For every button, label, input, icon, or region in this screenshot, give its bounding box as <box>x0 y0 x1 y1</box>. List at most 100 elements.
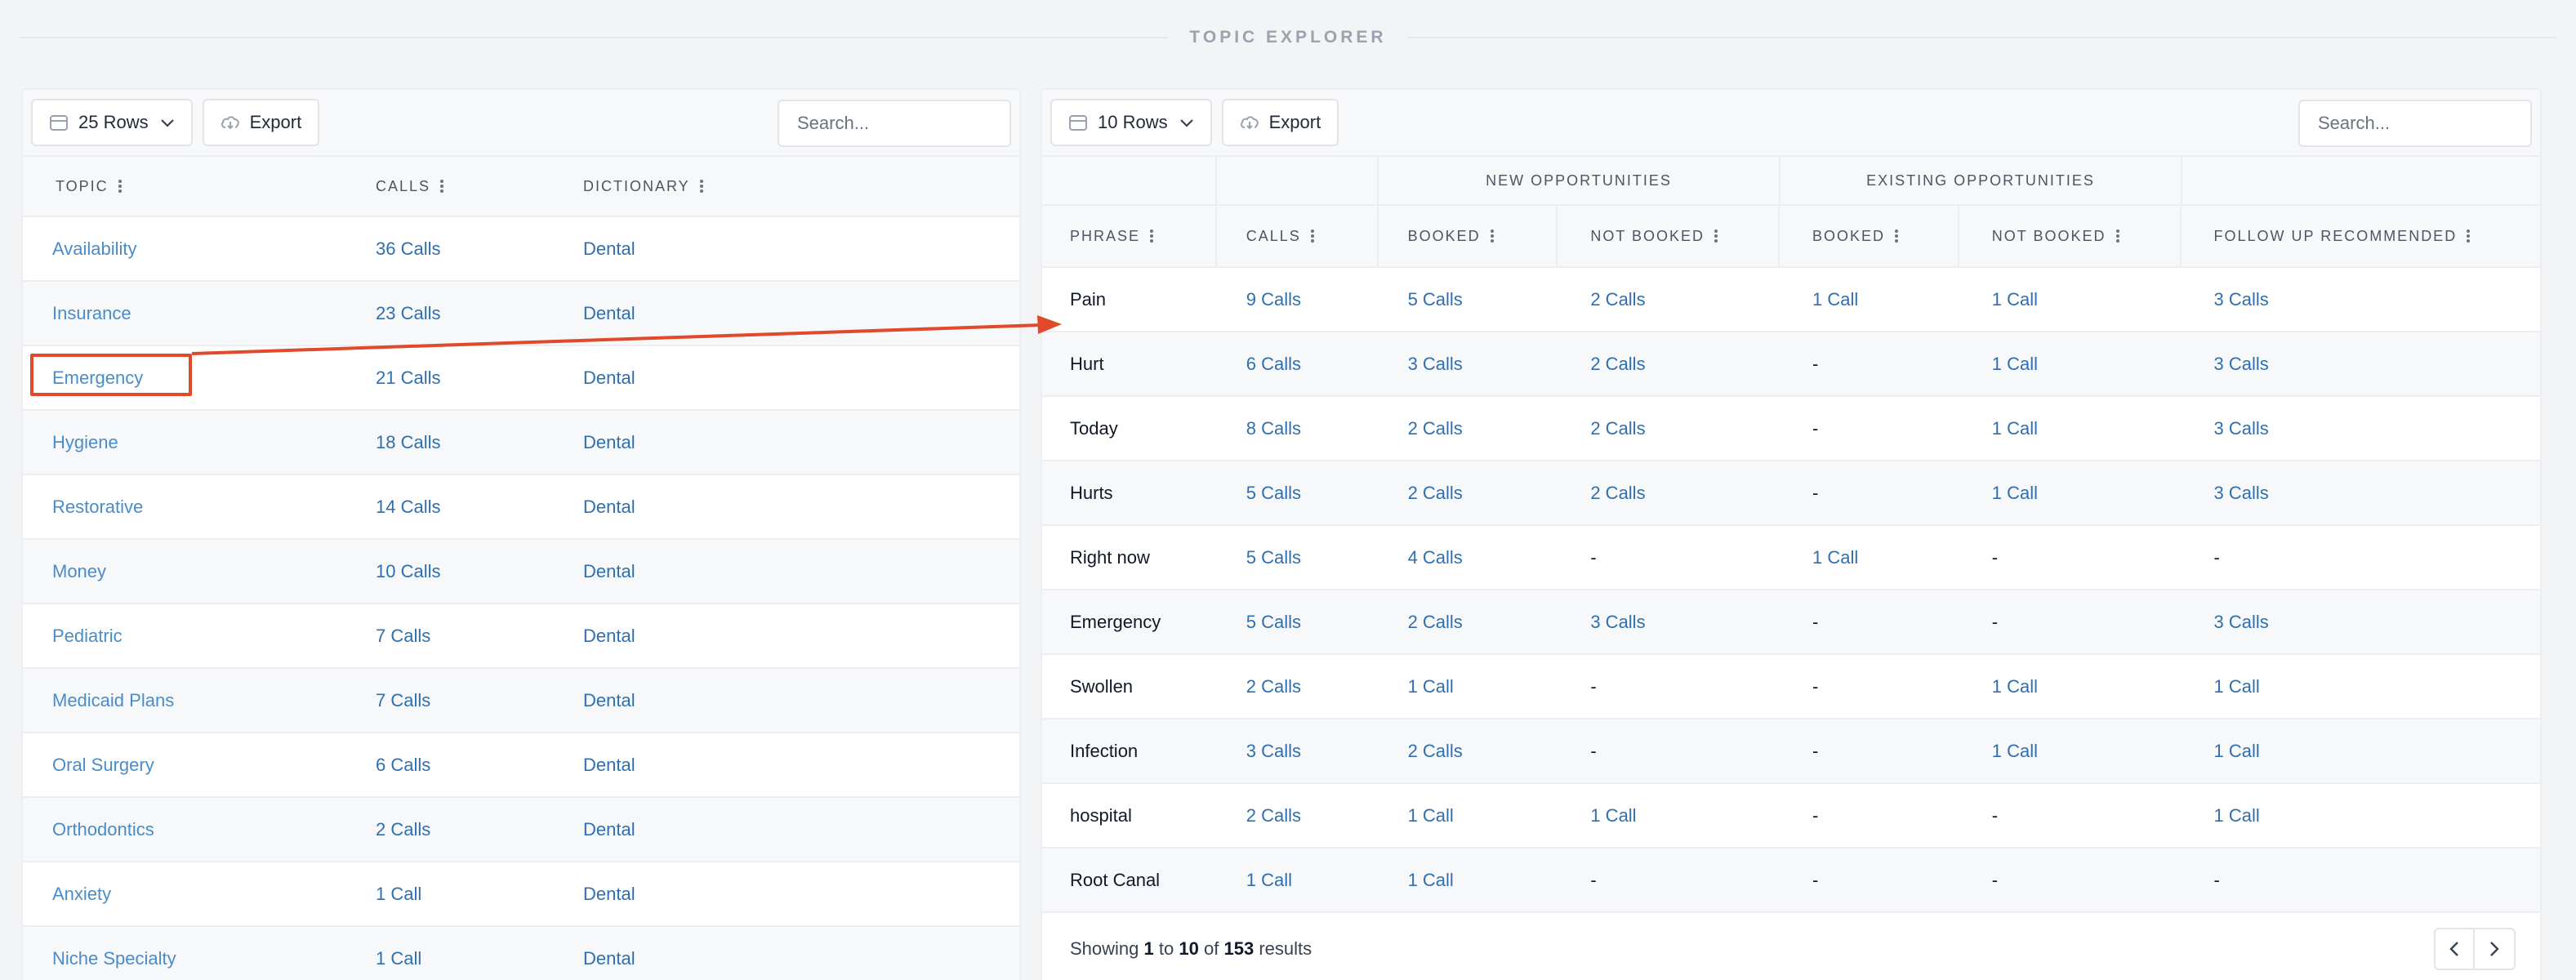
next-page-button[interactable] <box>2475 929 2514 969</box>
column-menu-icon[interactable] <box>2115 228 2119 244</box>
topic-link[interactable]: Anxiety <box>52 884 111 904</box>
column-header-existing-booked[interactable]: BOOKED <box>1780 206 1959 266</box>
topic-link[interactable]: Insurance <box>52 303 131 323</box>
previous-page-button[interactable] <box>2436 929 2475 969</box>
topics-search-input[interactable] <box>778 100 1011 147</box>
column-menu-icon[interactable] <box>699 178 703 194</box>
column-header-calls[interactable]: CALLS <box>1217 206 1379 266</box>
dictionary-link[interactable]: Dental <box>583 948 635 969</box>
cell-existing-not-booked[interactable]: 1 Call <box>1992 483 2038 503</box>
column-menu-icon[interactable] <box>1150 228 1154 244</box>
dictionary-link[interactable]: Dental <box>583 303 635 323</box>
cell-new-not-booked[interactable]: 2 Calls <box>1590 354 1645 374</box>
calls-link[interactable]: 18 Calls <box>376 432 440 452</box>
cell-existing-not-booked[interactable]: 1 Call <box>1992 289 2038 310</box>
cell-calls[interactable]: 5 Calls <box>1246 547 1301 568</box>
column-header-topic[interactable]: TOPIC <box>23 178 376 195</box>
cell-follow-up[interactable]: 3 Calls <box>2214 354 2269 374</box>
phrases-search-input[interactable] <box>2298 100 2532 147</box>
dictionary-link[interactable]: Dental <box>583 819 635 840</box>
column-header-phrase[interactable]: PHRASE <box>1042 206 1217 266</box>
cell-new-booked[interactable]: 1 Call <box>1408 676 1454 697</box>
rows-per-page-dropdown[interactable]: 25 Rows <box>31 99 193 146</box>
cell-follow-up[interactable]: 3 Calls <box>2214 612 2269 632</box>
cell-existing-not-booked[interactable]: 1 Call <box>1992 418 2038 439</box>
cell-new-booked[interactable]: 3 Calls <box>1408 354 1463 374</box>
cell-new-booked[interactable]: 2 Calls <box>1408 418 1463 439</box>
calls-link[interactable]: 36 Calls <box>376 238 440 259</box>
topic-link[interactable]: Availability <box>52 238 137 259</box>
dictionary-link[interactable]: Dental <box>583 238 635 259</box>
topic-link[interactable]: Oral Surgery <box>52 755 154 775</box>
cell-follow-up[interactable]: 1 Call <box>2214 676 2260 697</box>
export-button[interactable]: Export <box>1221 99 1339 146</box>
cell-new-booked[interactable]: 5 Calls <box>1408 289 1463 310</box>
column-header-new-booked[interactable]: BOOKED <box>1379 206 1558 266</box>
cell-follow-up[interactable]: 1 Call <box>2214 741 2260 761</box>
calls-link[interactable]: 14 Calls <box>376 497 440 517</box>
calls-link[interactable]: 1 Call <box>376 948 421 969</box>
topic-link[interactable]: Money <box>52 561 106 581</box>
cell-existing-not-booked[interactable]: 1 Call <box>1992 354 2038 374</box>
cell-new-booked[interactable]: 2 Calls <box>1408 612 1463 632</box>
column-menu-icon[interactable] <box>2467 228 2471 244</box>
calls-link[interactable]: 6 Calls <box>376 755 430 775</box>
cell-existing-booked[interactable]: 1 Call <box>1812 547 1858 568</box>
cell-new-not-booked[interactable]: 3 Calls <box>1590 612 1645 632</box>
cell-calls[interactable]: 8 Calls <box>1246 418 1301 439</box>
cell-calls[interactable]: 6 Calls <box>1246 354 1301 374</box>
cell-calls[interactable]: 5 Calls <box>1246 483 1301 503</box>
column-menu-icon[interactable] <box>1310 228 1314 244</box>
cell-new-booked[interactable]: 4 Calls <box>1408 547 1463 568</box>
cell-new-not-booked[interactable]: 1 Call <box>1590 805 1636 826</box>
dictionary-link[interactable]: Dental <box>583 690 635 710</box>
column-menu-icon[interactable] <box>1714 228 1718 244</box>
cell-calls[interactable]: 2 Calls <box>1246 676 1301 697</box>
column-header-existing-not-booked[interactable]: NOT BOOKED <box>1959 206 2182 266</box>
cell-follow-up[interactable]: 3 Calls <box>2214 289 2269 310</box>
dictionary-link[interactable]: Dental <box>583 561 635 581</box>
cell-new-booked[interactable]: 2 Calls <box>1408 741 1463 761</box>
topic-link[interactable]: Pediatric <box>52 626 123 646</box>
calls-link[interactable]: 21 Calls <box>376 368 440 388</box>
cell-calls[interactable]: 1 Call <box>1246 870 1292 890</box>
dictionary-link[interactable]: Dental <box>583 755 635 775</box>
cell-follow-up[interactable]: 1 Call <box>2214 805 2260 826</box>
cell-new-booked[interactable]: 1 Call <box>1408 805 1454 826</box>
cell-new-booked[interactable]: 1 Call <box>1408 870 1454 890</box>
dictionary-link[interactable]: Dental <box>583 497 635 517</box>
cell-new-not-booked[interactable]: 2 Calls <box>1590 483 1645 503</box>
topic-link[interactable]: Restorative <box>52 497 143 517</box>
cell-follow-up[interactable]: 3 Calls <box>2214 483 2269 503</box>
column-header-dictionary[interactable]: DICTIONARY <box>583 178 828 195</box>
topic-link[interactable]: Hygiene <box>52 432 118 452</box>
calls-link[interactable]: 7 Calls <box>376 690 430 710</box>
column-menu-icon[interactable] <box>1895 228 1899 244</box>
calls-link[interactable]: 23 Calls <box>376 303 440 323</box>
column-header-new-not-booked[interactable]: NOT BOOKED <box>1558 206 1780 266</box>
cell-follow-up[interactable]: 3 Calls <box>2214 418 2269 439</box>
cell-new-booked[interactable]: 2 Calls <box>1408 483 1463 503</box>
column-menu-icon[interactable] <box>440 178 444 194</box>
cell-existing-not-booked[interactable]: 1 Call <box>1992 676 2038 697</box>
dictionary-link[interactable]: Dental <box>583 626 635 646</box>
calls-link[interactable]: 1 Call <box>376 884 421 904</box>
topic-link[interactable]: Orthodontics <box>52 819 154 840</box>
cell-new-not-booked[interactable]: 2 Calls <box>1590 289 1645 310</box>
dictionary-link[interactable]: Dental <box>583 368 635 388</box>
export-button[interactable]: Export <box>202 99 320 146</box>
cell-new-not-booked[interactable]: 2 Calls <box>1590 418 1645 439</box>
calls-link[interactable]: 2 Calls <box>376 819 430 840</box>
column-header-follow-up[interactable]: FOLLOW UP RECOMMENDED <box>2182 206 2540 266</box>
calls-link[interactable]: 7 Calls <box>376 626 430 646</box>
topic-link[interactable]: Medicaid Plans <box>52 690 174 710</box>
cell-calls[interactable]: 5 Calls <box>1246 612 1301 632</box>
dictionary-link[interactable]: Dental <box>583 884 635 904</box>
rows-per-page-dropdown[interactable]: 10 Rows <box>1050 99 1212 146</box>
column-menu-icon[interactable] <box>118 178 122 194</box>
cell-calls[interactable]: 9 Calls <box>1246 289 1301 310</box>
column-header-calls[interactable]: CALLS <box>376 178 583 195</box>
topic-link[interactable]: Niche Specialty <box>52 948 176 969</box>
dictionary-link[interactable]: Dental <box>583 432 635 452</box>
calls-link[interactable]: 10 Calls <box>376 561 440 581</box>
